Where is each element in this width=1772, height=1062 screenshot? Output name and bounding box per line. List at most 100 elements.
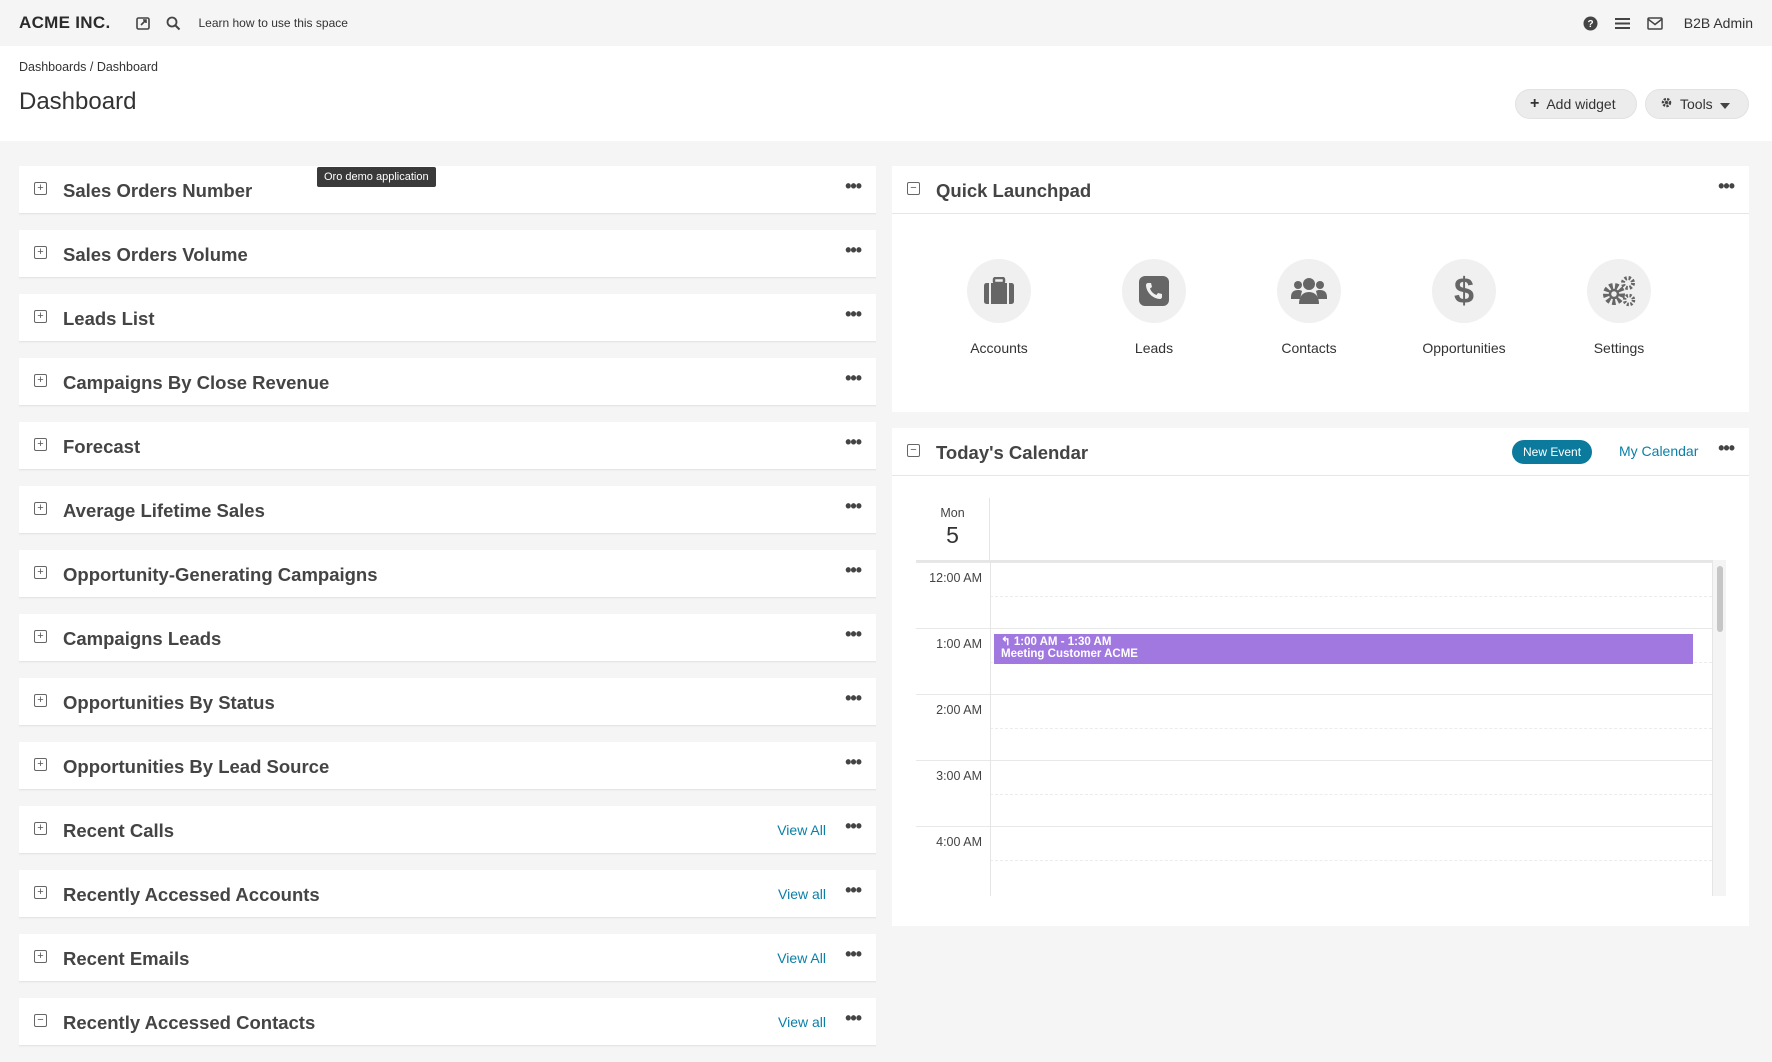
- expand-icon[interactable]: +: [34, 438, 47, 451]
- hour-row: 3:00 AM: [916, 760, 1712, 826]
- gears-icon: [1587, 259, 1651, 323]
- widget-title[interactable]: Opportunities By Status: [63, 692, 275, 714]
- tools-dropdown[interactable]: Tools: [1645, 89, 1749, 119]
- add-widget-button[interactable]: + Add widget: [1515, 89, 1637, 119]
- menu-icon[interactable]: [1612, 12, 1634, 34]
- mail-icon[interactable]: [1644, 12, 1666, 34]
- widget-title[interactable]: Campaigns By Close Revenue: [63, 372, 329, 394]
- hour-label: 4:00 AM: [936, 835, 982, 849]
- logo[interactable]: ACME INC.: [19, 13, 110, 33]
- day-number: 5: [946, 522, 959, 548]
- launch-label: Accounts: [970, 340, 1028, 356]
- half-hour-line: [990, 794, 1712, 795]
- widget-title[interactable]: Opportunities By Lead Source: [63, 756, 329, 778]
- new-event-button[interactable]: New Event: [1512, 440, 1593, 464]
- more-options-icon[interactable]: •••: [845, 688, 862, 709]
- widget-title[interactable]: Quick Launchpad: [936, 180, 1091, 202]
- recurring-icon: ↰: [1001, 636, 1011, 648]
- dollar-icon: $: [1432, 259, 1496, 323]
- launch-settings[interactable]: Settings: [1564, 259, 1674, 356]
- scroll-thumb[interactable]: [1717, 566, 1723, 632]
- widget-title[interactable]: Sales Orders Volume: [63, 244, 248, 266]
- more-options-icon[interactable]: •••: [845, 944, 862, 965]
- more-options-icon[interactable]: •••: [845, 1008, 862, 1029]
- user-menu[interactable]: B2B Admin: [1684, 15, 1753, 31]
- expand-icon[interactable]: +: [34, 566, 47, 579]
- more-options-icon[interactable]: •••: [845, 304, 862, 325]
- time-column-divider: [990, 562, 991, 896]
- launch-leads[interactable]: Leads: [1099, 259, 1209, 356]
- expand-icon[interactable]: +: [34, 374, 47, 387]
- expand-icon[interactable]: +: [34, 310, 47, 323]
- expand-icon[interactable]: +: [34, 502, 47, 515]
- more-options-icon[interactable]: •••: [845, 560, 862, 581]
- widget-recent-emails: + Recent Emails View All •••: [19, 934, 876, 982]
- widget-title[interactable]: Sales Orders Number: [63, 180, 252, 202]
- more-options-icon[interactable]: •••: [845, 816, 862, 837]
- learn-link[interactable]: Learn how to use this space: [198, 16, 347, 30]
- launch-opportunities[interactable]: $ Opportunities: [1409, 259, 1519, 356]
- widget-title[interactable]: Recently Accessed Contacts: [63, 1012, 315, 1034]
- view-all-link[interactable]: View All: [777, 822, 826, 838]
- widget-sales-orders-number: + Sales Orders Number •••: [19, 166, 876, 214]
- widget-title[interactable]: Recent Calls: [63, 820, 174, 842]
- more-options-icon[interactable]: •••: [845, 624, 862, 645]
- widget-title[interactable]: Recent Emails: [63, 948, 189, 970]
- more-options-icon[interactable]: •••: [845, 496, 862, 517]
- widget-title[interactable]: Campaigns Leads: [63, 628, 221, 650]
- expand-icon[interactable]: +: [34, 822, 47, 835]
- collapse-icon[interactable]: −: [34, 1014, 47, 1027]
- day-name: Mon: [940, 506, 965, 520]
- widget-recent-calls: + Recent Calls View All •••: [19, 806, 876, 854]
- widget-title[interactable]: Forecast: [63, 436, 140, 458]
- briefcase-icon: [967, 259, 1031, 323]
- phone-icon: [1122, 259, 1186, 323]
- expand-icon[interactable]: +: [34, 758, 47, 771]
- users-icon: [1277, 259, 1341, 323]
- widget-sales-orders-volume: + Sales Orders Volume •••: [19, 230, 876, 278]
- widget-title[interactable]: Average Lifetime Sales: [63, 500, 265, 522]
- event-title: Meeting Customer ACME: [1001, 648, 1138, 660]
- more-options-icon[interactable]: •••: [845, 176, 862, 197]
- hour-label: 12:00 AM: [929, 571, 982, 585]
- expand-icon[interactable]: +: [34, 246, 47, 259]
- help-icon[interactable]: ?: [1580, 12, 1602, 34]
- launch-accounts[interactable]: Accounts: [944, 259, 1054, 356]
- widget-title[interactable]: Recently Accessed Accounts: [63, 884, 320, 906]
- expand-icon[interactable]: +: [34, 950, 47, 963]
- collapse-icon[interactable]: −: [907, 182, 920, 195]
- day-header: Mon 5: [916, 498, 990, 560]
- widget-title[interactable]: Today's Calendar: [936, 442, 1088, 464]
- widget-campaigns-by-close-revenue: + Campaigns By Close Revenue •••: [19, 358, 876, 406]
- pin-icon[interactable]: [132, 12, 154, 34]
- calendar-scrollbar[interactable]: [1712, 560, 1726, 896]
- my-calendar-link[interactable]: My Calendar: [1619, 443, 1698, 459]
- expand-icon[interactable]: +: [34, 694, 47, 707]
- more-options-icon[interactable]: •••: [1718, 438, 1735, 459]
- calendar-event[interactable]: ↰ 1:00 AM - 1:30 AM Meeting Customer ACM…: [994, 634, 1693, 664]
- breadcrumb[interactable]: Dashboards / Dashboard: [19, 60, 158, 74]
- more-options-icon[interactable]: •••: [845, 368, 862, 389]
- calendar-grid[interactable]: 12:00 AM 1:00 AM 2:00 AM 3:00 AM 4:00 AM: [916, 560, 1712, 896]
- widget-recently-accessed-accounts: + Recently Accessed Accounts View all ••…: [19, 870, 876, 918]
- more-options-icon[interactable]: •••: [845, 432, 862, 453]
- view-all-link[interactable]: View all: [778, 886, 826, 902]
- more-options-icon[interactable]: •••: [845, 752, 862, 773]
- more-options-icon[interactable]: •••: [845, 880, 862, 901]
- search-icon[interactable]: [162, 12, 184, 34]
- svg-text:?: ?: [1588, 19, 1594, 30]
- view-all-link[interactable]: View All: [777, 950, 826, 966]
- tools-label: Tools: [1680, 96, 1713, 112]
- launch-label: Contacts: [1281, 340, 1337, 356]
- launch-contacts[interactable]: Contacts: [1254, 259, 1364, 356]
- expand-icon[interactable]: +: [34, 886, 47, 899]
- expand-icon[interactable]: +: [34, 630, 47, 643]
- expand-icon[interactable]: +: [34, 182, 47, 195]
- half-hour-line: [990, 728, 1712, 729]
- collapse-icon[interactable]: −: [907, 444, 920, 457]
- more-options-icon[interactable]: •••: [845, 240, 862, 261]
- more-options-icon[interactable]: •••: [1718, 176, 1735, 197]
- view-all-link[interactable]: View all: [778, 1014, 826, 1030]
- widget-title[interactable]: Opportunity-Generating Campaigns: [63, 564, 378, 586]
- widget-title[interactable]: Leads List: [63, 308, 155, 330]
